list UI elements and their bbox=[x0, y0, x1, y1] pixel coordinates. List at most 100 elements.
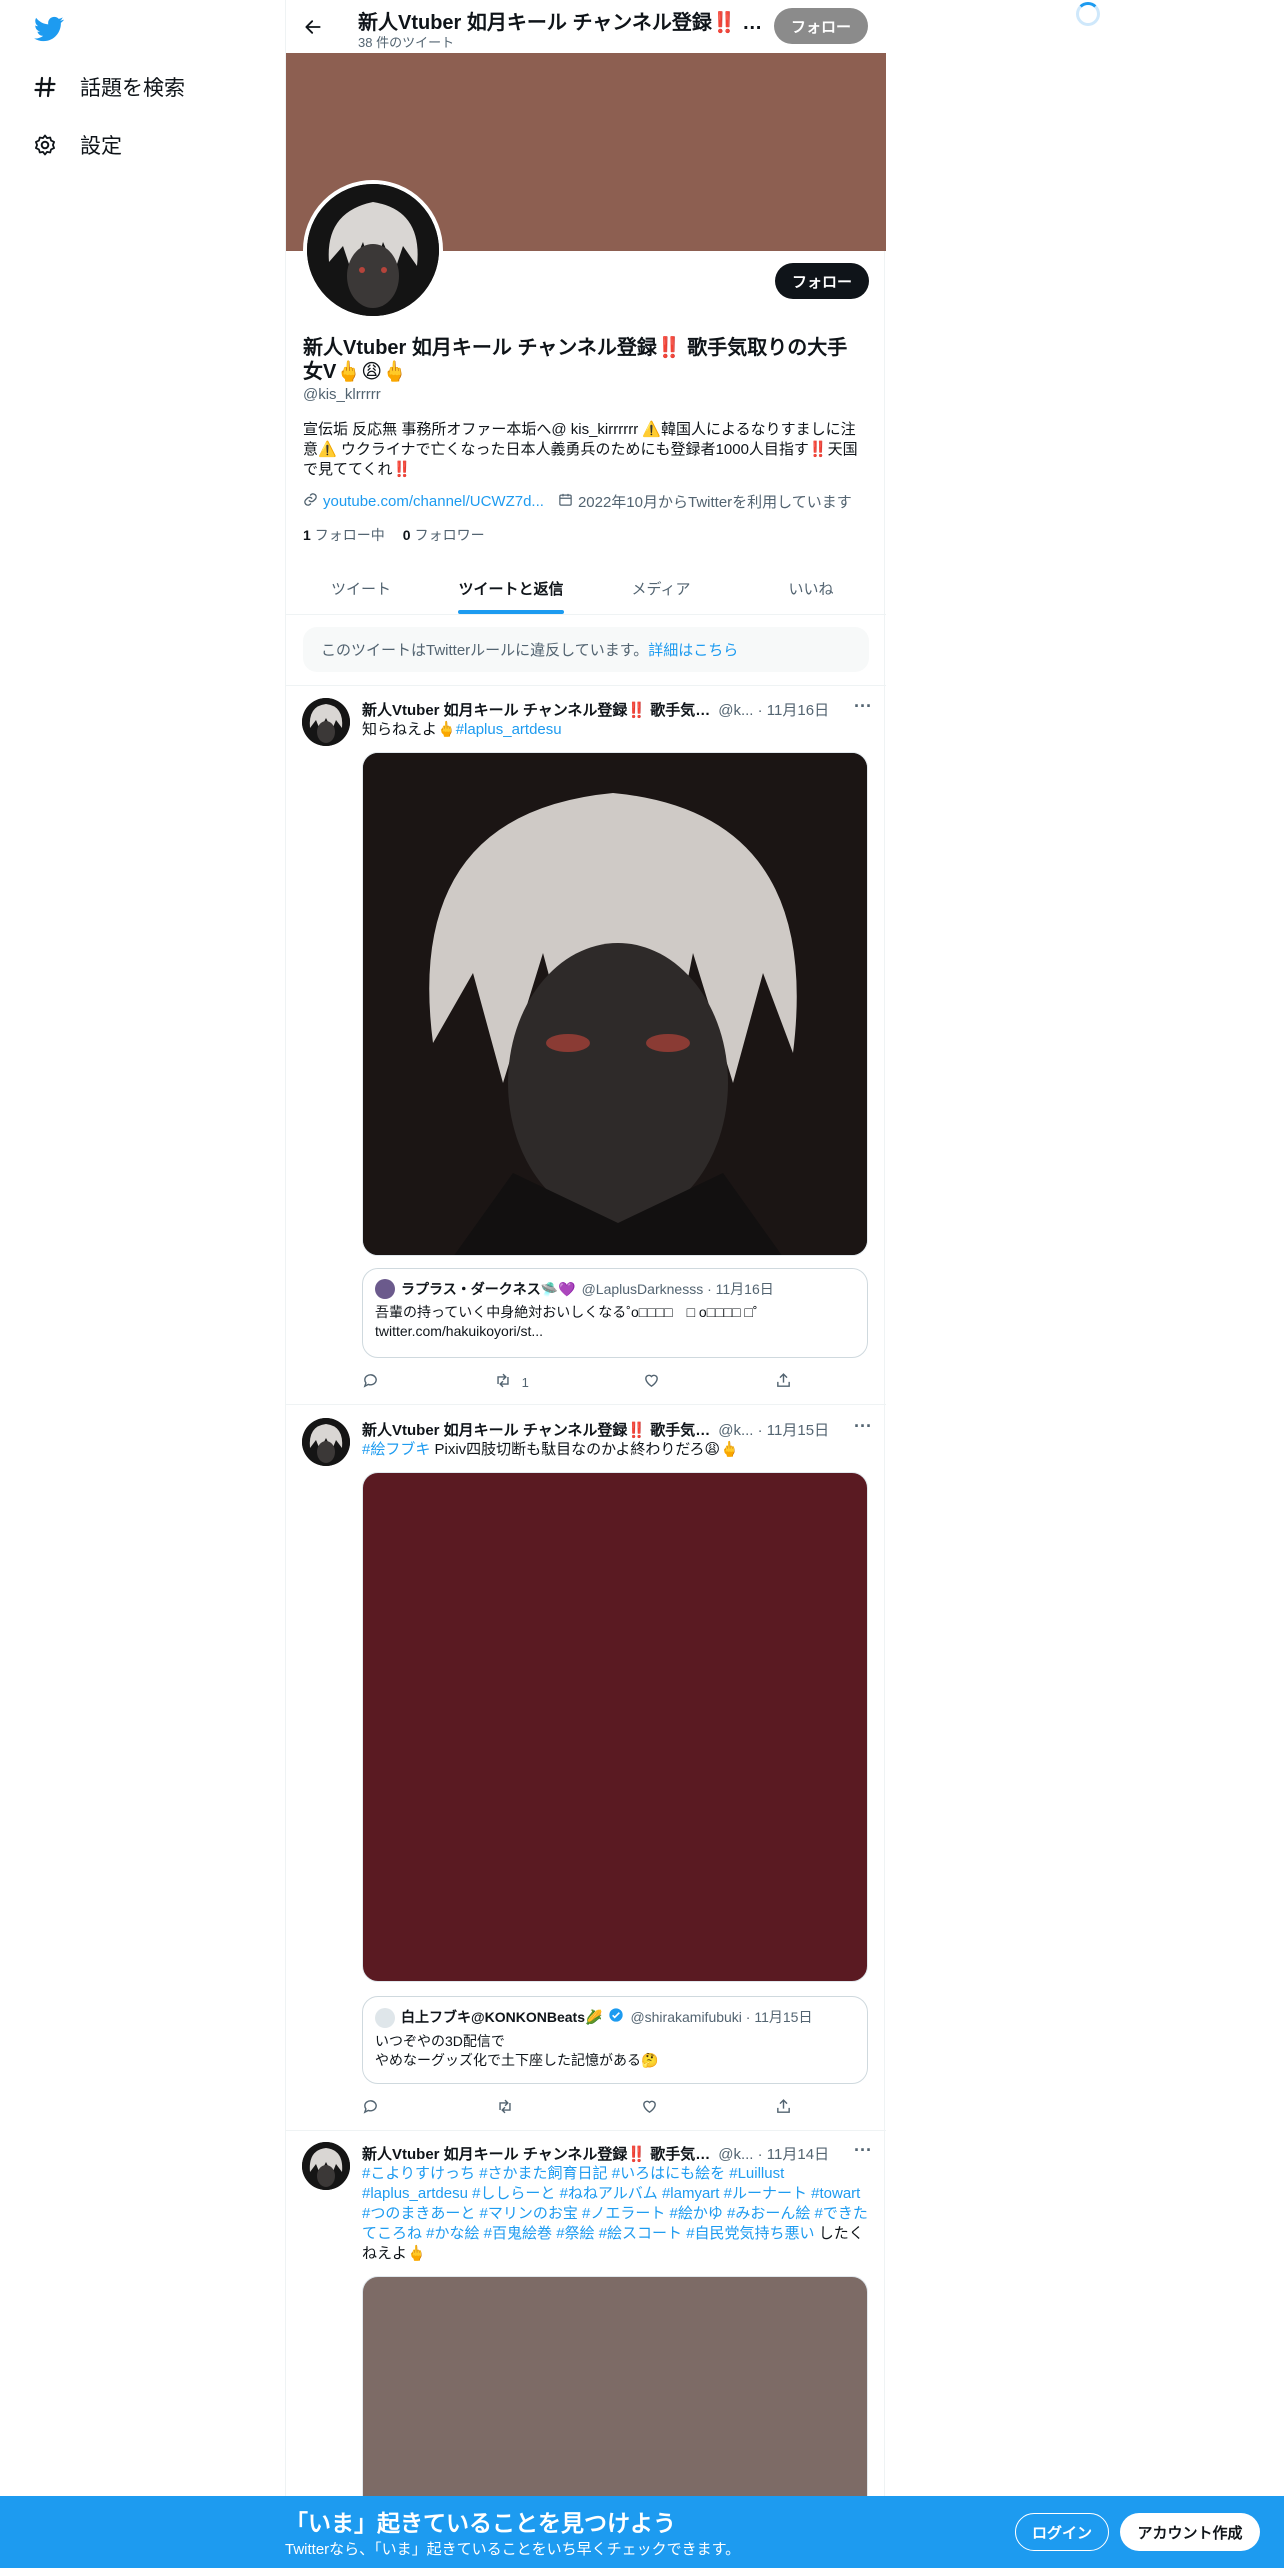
reply-icon bbox=[362, 2098, 379, 2118]
tweet-avatar[interactable] bbox=[302, 1418, 350, 1466]
tweet-meta[interactable]: @k... · 11月15日 bbox=[718, 1419, 829, 1440]
quoted-meta: @shirakamifubuki · 11月15日 bbox=[630, 2009, 813, 2025]
tweet-header: 新人Vtuber 如月キール チャンネル登録‼️ 歌手気… @k... · 11… bbox=[362, 2140, 872, 2164]
following-count: 1 bbox=[303, 527, 311, 543]
reply-icon bbox=[362, 1372, 379, 1392]
tweet-avatar[interactable] bbox=[302, 698, 350, 746]
back-arrow-icon[interactable] bbox=[296, 10, 330, 44]
more-options-icon[interactable]: ··· bbox=[854, 1416, 872, 1437]
retweet-icon bbox=[494, 1372, 512, 1392]
tab-tweets[interactable]: ツイート bbox=[286, 560, 436, 614]
tweet[interactable]: 新人Vtuber 如月キール チャンネル登録‼️ 歌手気… @k... · 11… bbox=[286, 696, 886, 1398]
joined-text: 2022年10月からTwitterを利用しています bbox=[577, 494, 852, 511]
tweet-text: 知らねえよ🖕#laplus_artdesu bbox=[362, 720, 872, 740]
retweet-icon bbox=[496, 2098, 514, 2118]
heart-icon bbox=[641, 2098, 658, 2118]
tab-media[interactable]: メディア bbox=[586, 560, 736, 614]
quoted-link[interactable]: twitter.com/hakuikoyori/st... bbox=[375, 1322, 855, 1341]
profile-header-bar: 新人Vtuber 如月キール チャンネル登録‼️ … 38 件のツイート フォロ… bbox=[286, 0, 886, 53]
tweet-image[interactable] bbox=[362, 1472, 868, 1982]
violation-details-link[interactable]: 詳細はこちら bbox=[648, 642, 738, 659]
followers-count-link[interactable]: 0 フォロワー bbox=[403, 525, 485, 545]
heart-icon bbox=[643, 1372, 660, 1392]
quoted-author-name: 白上フブキ@KONKONBeats🌽 bbox=[401, 2009, 603, 2025]
tweet-header: 新人Vtuber 如月キール チャンネル登録‼️ 歌手気… @k... · 11… bbox=[362, 1416, 872, 1440]
tweet-meta[interactable]: @k... · 11月14日 bbox=[718, 2143, 829, 2164]
tweet-author-name[interactable]: 新人Vtuber 如月キール チャンネル登録‼️ 歌手気… bbox=[362, 1419, 710, 1440]
quoted-avatar bbox=[375, 2007, 395, 2028]
tweet-image[interactable] bbox=[362, 2276, 868, 2516]
tweet-header: 新人Vtuber 如月キール チャンネル登録‼️ 歌手気… @k... · 11… bbox=[362, 696, 872, 720]
quoted-tweet-header: 白上フブキ@KONKONBeats🌽 @shirakamifubuki · 11… bbox=[375, 2007, 855, 2028]
profile-column: 新人Vtuber 如月キール チャンネル登録‼️ … 38 件のツイート フォロ… bbox=[285, 0, 886, 2568]
share-icon bbox=[775, 1372, 792, 1392]
tweet[interactable]: 新人Vtuber 如月キール チャンネル登録‼️ 歌手気… @k... · 11… bbox=[286, 2140, 886, 2516]
reply-button[interactable] bbox=[362, 1372, 379, 1392]
quoted-tweet[interactable]: ラプラス・ダークネス🛸💜 @LaplusDarknesss · 11月16日 吾… bbox=[362, 1268, 868, 1358]
profile-meta: youtube.com/channel/UCWZ7d... 2022年10月から… bbox=[303, 491, 852, 512]
profile-link[interactable]: youtube.com/channel/UCWZ7d... bbox=[303, 491, 544, 512]
followers-label: フォロワー bbox=[414, 527, 485, 543]
tweet-author-name[interactable]: 新人Vtuber 如月キール チャンネル登録‼️ 歌手気… bbox=[362, 699, 710, 720]
reply-button[interactable] bbox=[362, 2098, 379, 2118]
quoted-author-name: ラプラス・ダークネス🛸💜 bbox=[401, 1280, 576, 1297]
tweet-actions: 1 bbox=[362, 1372, 792, 1392]
quoted-text-line: やめなーグッズ化で土下座した記憶がある🤔 bbox=[375, 2052, 659, 2068]
signup-banner: 「いま」起きていることを見つけよう Twitterなら、「いま」起きていることを… bbox=[0, 2496, 1284, 2568]
profile-link-text[interactable]: youtube.com/channel/UCWZ7d... bbox=[323, 493, 544, 510]
like-button[interactable] bbox=[643, 1372, 660, 1392]
follow-button[interactable]: フォロー bbox=[775, 263, 869, 299]
quoted-avatar bbox=[375, 1279, 395, 1299]
page-title: 新人Vtuber 如月キール チャンネル登録‼️ … bbox=[358, 12, 763, 34]
profile-name: 新人Vtuber 如月キール チャンネル登録‼️ 歌手気取りの大手女V🖕😩🖕 bbox=[303, 337, 848, 383]
tweet-count: 38 件のツイート bbox=[358, 35, 455, 50]
login-button[interactable]: ログイン bbox=[1015, 2513, 1109, 2551]
loading-spinner-icon bbox=[1076, 2, 1100, 26]
profile-avatar[interactable] bbox=[303, 180, 443, 320]
link-icon bbox=[303, 492, 318, 511]
nav-explore[interactable]: 話題を検索 bbox=[32, 72, 185, 102]
follow-counts: 1 フォロー中 0 フォロワー bbox=[303, 525, 485, 545]
quoted-tweet[interactable]: 白上フブキ@KONKONBeats🌽 @shirakamifubuki · 11… bbox=[362, 1996, 868, 2084]
share-button[interactable] bbox=[775, 2098, 792, 2118]
more-options-icon[interactable]: ··· bbox=[854, 696, 872, 717]
tweet-avatar[interactable] bbox=[302, 2142, 350, 2190]
following-count-link[interactable]: 1 フォロー中 bbox=[303, 525, 385, 545]
tweet-meta[interactable]: @k... · 11月16日 bbox=[718, 699, 829, 720]
hashtag-list[interactable]: #こよりすけっち #さかまた飼育日記 #いろはにも絵を #Luillust #l… bbox=[362, 2165, 868, 2242]
tweet-text-body: 知らねえよ🖕 bbox=[362, 721, 456, 738]
divider bbox=[286, 2130, 886, 2131]
twitter-logo-icon[interactable] bbox=[32, 14, 66, 44]
divider bbox=[286, 685, 886, 686]
share-button[interactable] bbox=[775, 1372, 792, 1392]
nav-settings[interactable]: 設定 bbox=[32, 130, 122, 160]
tweet-image[interactable] bbox=[362, 752, 868, 1256]
tab-likes[interactable]: いいね bbox=[736, 560, 886, 614]
header-follow-button[interactable]: フォロー bbox=[774, 8, 868, 44]
followers-count: 0 bbox=[402, 527, 411, 543]
hashtag-link[interactable]: #laplus_artdesu bbox=[456, 721, 562, 738]
left-navigation: 話題を検索 設定 bbox=[0, 0, 285, 2568]
retweet-count: 1 bbox=[521, 1374, 529, 1390]
hashtag-icon bbox=[32, 74, 58, 100]
retweet-button[interactable] bbox=[496, 2098, 524, 2118]
tweet[interactable]: 新人Vtuber 如月キール チャンネル登録‼️ 歌手気… @k... · 11… bbox=[286, 1416, 886, 2118]
create-account-button[interactable]: アカウント作成 bbox=[1120, 2513, 1260, 2551]
tweet-actions bbox=[362, 2098, 792, 2118]
violation-notice: このツイートはTwitterルールに違反しています。詳細はこちら bbox=[303, 627, 869, 672]
tweet-text: #こよりすけっち #さかまた飼育日記 #いろはにも絵を #Luillust #l… bbox=[362, 2164, 872, 2264]
gear-icon bbox=[32, 132, 58, 158]
signup-banner-subtext: Twitterなら、「いま」起きていることをいち早くチェックできます。 bbox=[285, 2541, 741, 2558]
quoted-meta: @LaplusDarknesss · 11月16日 bbox=[581, 1280, 774, 1297]
more-options-icon[interactable]: ··· bbox=[854, 2140, 872, 2161]
signup-banner-headline: 「いま」起きていることを見つけよう bbox=[285, 2510, 676, 2536]
profile-tabs: ツイート ツイートと返信 メディア いいね bbox=[286, 560, 886, 615]
following-label: フォロー中 bbox=[314, 527, 385, 543]
like-button[interactable] bbox=[641, 2098, 658, 2118]
nav-explore-label: 話題を検索 bbox=[80, 77, 185, 100]
quoted-text-line: いつぞやの3D配信で bbox=[375, 2033, 505, 2049]
tweet-author-name[interactable]: 新人Vtuber 如月キール チャンネル登録‼️ 歌手気… bbox=[362, 2143, 710, 2164]
hashtag-link[interactable]: #絵フブキ bbox=[362, 1441, 430, 1458]
tab-tweets-and-replies[interactable]: ツイートと返信 bbox=[436, 560, 586, 614]
retweet-button[interactable]: 1 bbox=[494, 1372, 529, 1392]
